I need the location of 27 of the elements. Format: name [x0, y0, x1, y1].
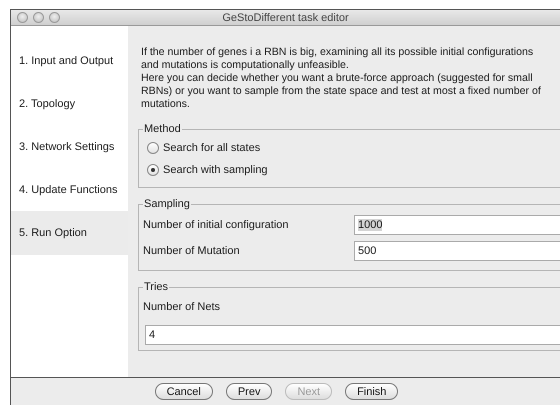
input-field[interactable]: 500 — [354, 241, 560, 261]
step-item[interactable]: 2. Topology — [11, 82, 128, 126]
wizard-button[interactable]: Finish — [345, 383, 398, 400]
step-item[interactable]: 5. Run Option — [11, 211, 128, 255]
group-title: Tries — [143, 281, 170, 293]
step-item[interactable]: 4. Update Functions — [11, 168, 128, 212]
field-label: Number of Mutation — [143, 245, 241, 257]
group-title: Method — [143, 123, 182, 135]
radio-label: Search for all states — [163, 142, 260, 154]
group-title: Sampling — [143, 198, 191, 210]
radio-button[interactable] — [147, 164, 159, 176]
intro-text: If the number of genes i a RBN is big, examining all its possible initial configurations and mutations is computationally unfeasible. — [141, 46, 534, 72]
field-label: Number of Nets — [143, 301, 222, 313]
close-icon[interactable] — [17, 12, 28, 23]
zoom-icon[interactable] — [49, 12, 60, 23]
input-field[interactable]: 1000 — [354, 215, 560, 235]
radio-button[interactable] — [147, 142, 159, 154]
input-field[interactable]: 4 — [145, 325, 560, 345]
radio-label: Search with sampling — [163, 164, 268, 176]
step-item[interactable]: 1. Input and Output — [11, 39, 128, 83]
wizard-button[interactable]: Cancel — [154, 383, 213, 400]
intro-text: Here you can decide whether you want a brute-force approach (suggested for small RBNs) or you want to sample from the state space and test at most a fixed number of mutations. — [141, 72, 541, 111]
minimize-icon[interactable] — [33, 12, 44, 23]
field-label: Number of initial configuration — [143, 219, 290, 231]
wizard-button[interactable]: Prev — [226, 383, 272, 400]
step-item[interactable]: 3. Network Settings — [11, 125, 128, 169]
window-title: GeStoDifferent task editor — [222, 12, 349, 24]
